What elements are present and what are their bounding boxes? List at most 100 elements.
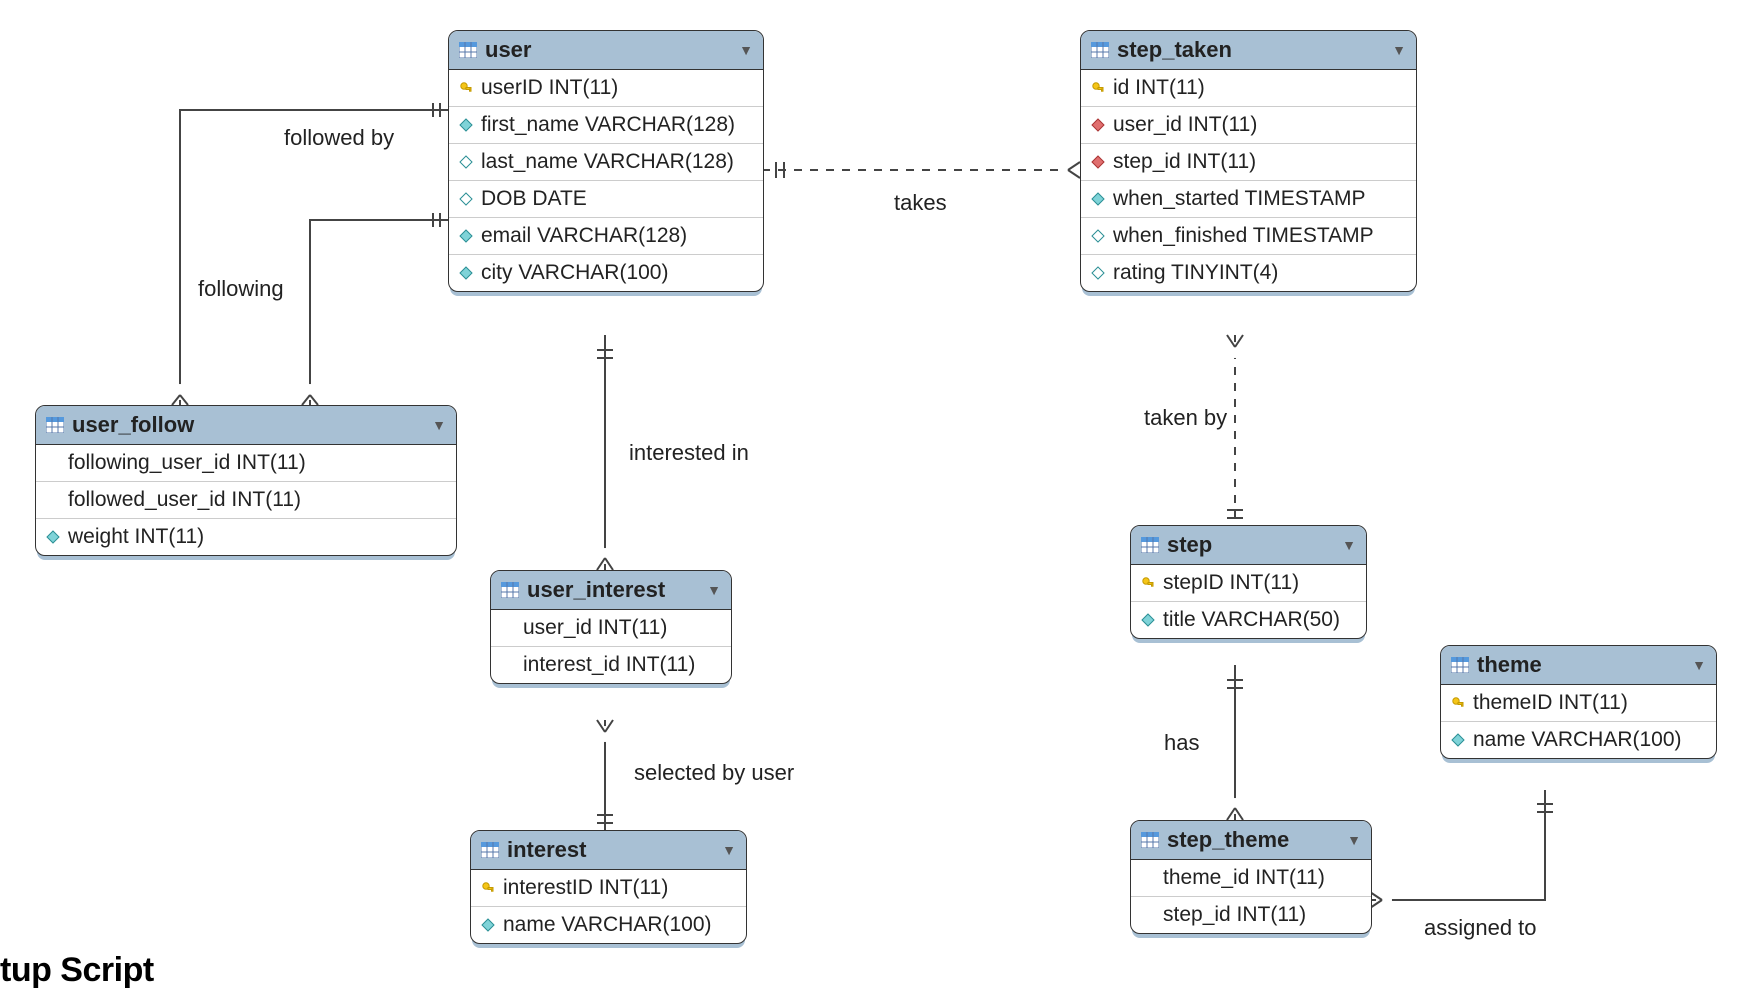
column-row[interactable]: when_finished TIMESTAMP xyxy=(1081,217,1416,254)
column-row[interactable]: step_id INT(11) xyxy=(1131,896,1371,933)
entity-theme[interactable]: theme ▼ themeID INT(11) name VARCHAR(100) xyxy=(1440,645,1717,759)
entity-step-taken[interactable]: step_taken ▼ id INT(11)user_id INT(11) st… xyxy=(1080,30,1417,292)
rel-takes: takes xyxy=(890,190,951,216)
column-name: weight INT(11) xyxy=(68,525,204,549)
filled-diamond-icon xyxy=(1451,733,1465,747)
chevron-down-icon: ▼ xyxy=(432,417,446,433)
column-row[interactable]: user_id INT(11) xyxy=(491,610,731,646)
chevron-down-icon: ▼ xyxy=(1692,657,1706,673)
entity-step-theme[interactable]: step_theme ▼ theme_id INT(11) step_id INT… xyxy=(1130,820,1372,934)
entity-title: step_theme xyxy=(1167,827,1347,853)
table-icon xyxy=(481,842,499,858)
key-icon xyxy=(1091,81,1105,95)
entity-title: user_interest xyxy=(527,577,707,603)
column-row[interactable]: name VARCHAR(100) xyxy=(471,906,746,943)
column-row[interactable]: first_name VARCHAR(128) xyxy=(449,106,763,143)
column-name: stepID INT(11) xyxy=(1163,571,1299,595)
column-row[interactable]: themeID INT(11) xyxy=(1441,685,1716,721)
cropped-heading: tup Script xyxy=(0,951,154,990)
column-name: step_id INT(11) xyxy=(1113,150,1256,174)
entity-title: interest xyxy=(507,837,722,863)
rel-followed-by: followed by xyxy=(280,125,398,151)
column-row[interactable]: following_user_id INT(11) xyxy=(36,445,456,481)
column-row[interactable]: when_started TIMESTAMP xyxy=(1081,180,1416,217)
column-name: when_started TIMESTAMP xyxy=(1113,187,1365,211)
chevron-down-icon: ▼ xyxy=(1392,42,1406,58)
filled-diamond-icon xyxy=(46,530,60,544)
column-name: first_name VARCHAR(128) xyxy=(481,113,735,137)
entity-user[interactable]: user ▼ userID INT(11) first_name VARCHAR(… xyxy=(448,30,764,292)
column-row[interactable]: theme_id INT(11) xyxy=(1131,860,1371,896)
entity-columns: following_user_id INT(11) followed_user_i… xyxy=(36,445,456,555)
column-row[interactable]: title VARCHAR(50) xyxy=(1131,601,1366,638)
chevron-down-icon: ▼ xyxy=(1347,832,1361,848)
table-icon xyxy=(501,582,519,598)
entity-title: user xyxy=(485,37,739,63)
entity-user-follow[interactable]: user_follow ▼ following_user_id INT(11)f… xyxy=(35,405,457,556)
entity-header-step-taken[interactable]: step_taken ▼ xyxy=(1081,31,1416,70)
column-row[interactable]: weight INT(11) xyxy=(36,518,456,555)
rel-interested-in: interested in xyxy=(625,440,753,466)
column-name: following_user_id INT(11) xyxy=(68,451,306,475)
column-row[interactable]: userID INT(11) xyxy=(449,70,763,106)
entity-header-user[interactable]: user ▼ xyxy=(449,31,763,70)
column-name: email VARCHAR(128) xyxy=(481,224,687,248)
entity-header-user-follow[interactable]: user_follow ▼ xyxy=(36,406,456,445)
entity-header-theme[interactable]: theme ▼ xyxy=(1441,646,1716,685)
column-name: name VARCHAR(100) xyxy=(1473,728,1682,752)
column-name: when_finished TIMESTAMP xyxy=(1113,224,1374,248)
entity-user-interest[interactable]: user_interest ▼ user_id INT(11) interest_… xyxy=(490,570,732,684)
entity-columns: id INT(11)user_id INT(11) step_id INT(11)… xyxy=(1081,70,1416,291)
filled-diamond-icon xyxy=(1141,613,1155,627)
fk-diamond-icon xyxy=(1091,155,1105,169)
column-row[interactable]: step_id INT(11) xyxy=(1081,143,1416,180)
entity-title: user_follow xyxy=(72,412,432,438)
entity-columns: stepID INT(11) title VARCHAR(50) xyxy=(1131,565,1366,638)
column-row[interactable]: interestID INT(11) xyxy=(471,870,746,906)
column-row[interactable]: interest_id INT(11) xyxy=(491,646,731,683)
open-diamond-icon xyxy=(1091,266,1105,280)
column-row[interactable]: id INT(11) xyxy=(1081,70,1416,106)
column-row[interactable]: DOB DATE xyxy=(449,180,763,217)
rel-selected-by-user: selected by user xyxy=(630,760,798,786)
rel-has: has xyxy=(1160,730,1203,756)
column-row[interactable]: email VARCHAR(128) xyxy=(449,217,763,254)
column-row[interactable]: city VARCHAR(100) xyxy=(449,254,763,291)
column-name: followed_user_id INT(11) xyxy=(68,488,301,512)
open-diamond-icon xyxy=(459,192,473,206)
column-name: userID INT(11) xyxy=(481,76,618,100)
column-name: title VARCHAR(50) xyxy=(1163,608,1340,632)
entity-title: step xyxy=(1167,532,1342,558)
entity-header-step[interactable]: step ▼ xyxy=(1131,526,1366,565)
column-row[interactable]: name VARCHAR(100) xyxy=(1441,721,1716,758)
chevron-down-icon: ▼ xyxy=(722,842,736,858)
column-name: theme_id INT(11) xyxy=(1163,866,1325,890)
column-name: interest_id INT(11) xyxy=(523,653,695,677)
key-icon xyxy=(1451,696,1465,710)
chevron-down-icon: ▼ xyxy=(707,582,721,598)
column-row[interactable]: followed_user_id INT(11) xyxy=(36,481,456,518)
entity-title: theme xyxy=(1477,652,1692,678)
entity-header-step-theme[interactable]: step_theme ▼ xyxy=(1131,821,1371,860)
column-name: rating TINYINT(4) xyxy=(1113,261,1278,285)
column-name: DOB DATE xyxy=(481,187,587,211)
column-row[interactable]: user_id INT(11) xyxy=(1081,106,1416,143)
entity-header-interest[interactable]: interest ▼ xyxy=(471,831,746,870)
entity-interest[interactable]: interest ▼ interestID INT(11)name VARCHA… xyxy=(470,830,747,944)
key-icon xyxy=(1141,576,1155,590)
column-row[interactable]: rating TINYINT(4) xyxy=(1081,254,1416,291)
table-icon xyxy=(1451,657,1469,673)
rel-assigned-to: assigned to xyxy=(1420,915,1541,941)
rel-taken-by: taken by xyxy=(1140,405,1231,431)
table-icon xyxy=(1141,537,1159,553)
entity-header-user-interest[interactable]: user_interest ▼ xyxy=(491,571,731,610)
rel-following: following xyxy=(194,276,288,302)
column-row[interactable]: stepID INT(11) xyxy=(1131,565,1366,601)
column-row[interactable]: last_name VARCHAR(128) xyxy=(449,143,763,180)
entity-step[interactable]: step ▼ stepID INT(11) title VARCHAR(50) xyxy=(1130,525,1367,639)
column-name: last_name VARCHAR(128) xyxy=(481,150,734,174)
table-icon xyxy=(1141,832,1159,848)
column-name: step_id INT(11) xyxy=(1163,903,1306,927)
fk-diamond-icon xyxy=(1091,118,1105,132)
column-name: themeID INT(11) xyxy=(1473,691,1628,715)
